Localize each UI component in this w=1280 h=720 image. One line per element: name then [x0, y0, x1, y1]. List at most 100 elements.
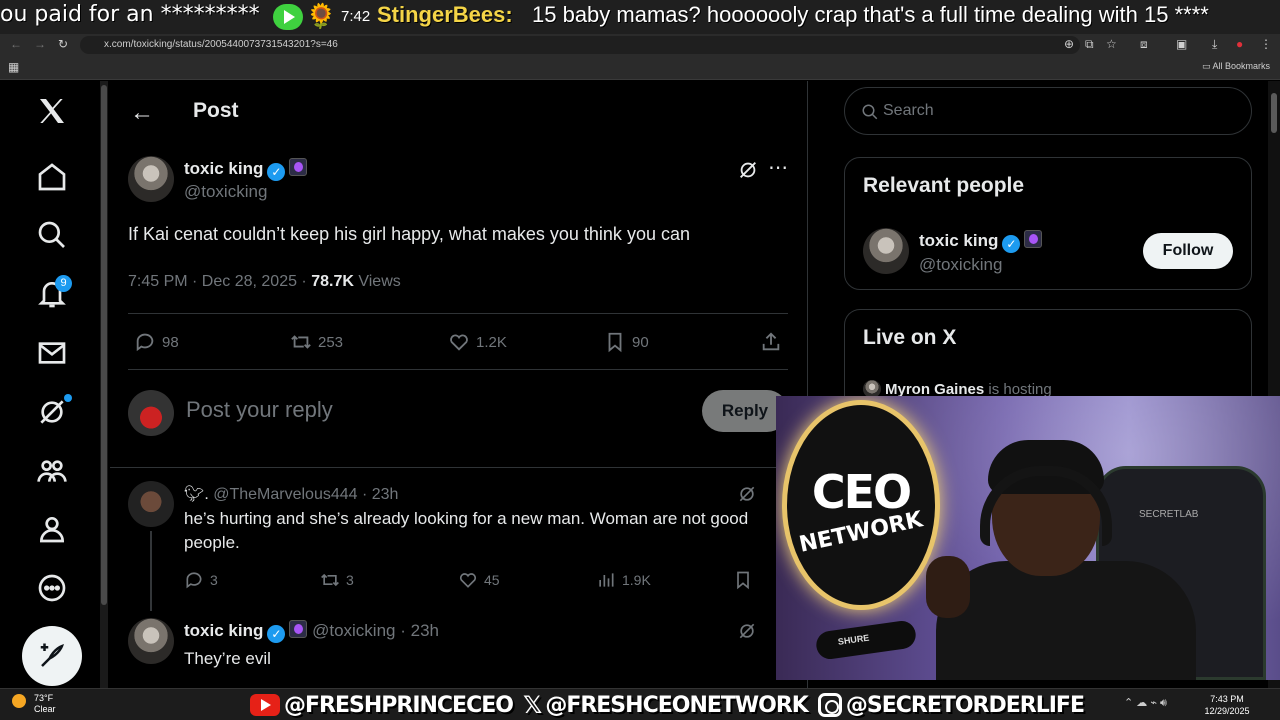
- like-count: 1.2K: [476, 333, 507, 351]
- weather-condition: Clear: [34, 704, 56, 714]
- reply-author-name[interactable]: toxic king: [184, 621, 263, 640]
- reply-like-action[interactable]: 45: [458, 570, 500, 590]
- author-name: toxic king: [184, 159, 264, 178]
- live-on-x-title: Live on X: [863, 326, 957, 349]
- verified-badge-icon: ✓: [267, 625, 286, 643]
- affiliation-badge-icon: [289, 158, 308, 176]
- home-icon[interactable]: [36, 161, 68, 193]
- back-arrow-icon[interactable]: ←: [130, 99, 154, 127]
- address-bar[interactable]: x.com/toxicking/status/20054400737315432…: [80, 36, 1080, 54]
- heart-icon: [450, 334, 468, 351]
- reload-icon[interactable]: ↻: [58, 37, 68, 51]
- stream-chat-time: 7:42: [341, 8, 371, 25]
- menu-icon[interactable]: ⋮: [1260, 37, 1272, 51]
- bookmark-count: 90: [632, 333, 649, 351]
- sunflower-icon: 🌻: [306, 3, 336, 30]
- streamer-hand: [926, 556, 970, 618]
- post-text: If Kai cenat couldn’t keep his girl happ…: [128, 224, 690, 244]
- thread-line: [150, 531, 152, 611]
- communities-icon[interactable]: [36, 455, 68, 487]
- x-logo-icon: 𝕏: [522, 691, 542, 719]
- search-input[interactable]: Search: [844, 87, 1252, 135]
- share-upload-icon: [762, 332, 780, 351]
- sidepanel-icon[interactable]: ▣: [1176, 37, 1187, 51]
- post-more-icon[interactable]: ⋯: [768, 155, 788, 180]
- reply-reply-action[interactable]: 3: [184, 570, 218, 590]
- reply-action[interactable]: 98: [134, 331, 179, 353]
- x-logo-icon[interactable]: [36, 95, 68, 127]
- current-user-avatar[interactable]: [128, 390, 174, 436]
- grok-explain-icon[interactable]: [737, 159, 759, 181]
- bookmark-action[interactable]: 90: [604, 331, 649, 353]
- back-nav-icon[interactable]: ←: [10, 37, 22, 51]
- author-avatar[interactable]: [128, 156, 174, 202]
- star-icon[interactable]: ☆: [1106, 37, 1117, 51]
- system-clock[interactable]: 7:43 PM 12/29/2025: [1196, 693, 1258, 717]
- bookmarks-bar: ▦ ▭ All Bookmarks: [0, 56, 1280, 80]
- post-timestamp[interactable]: 7:45 PM · Dec 28, 2025 ·: [128, 273, 311, 290]
- repost-count: 253: [318, 333, 344, 351]
- affiliation-badge-icon: [289, 620, 308, 638]
- follow-button[interactable]: Follow: [1143, 233, 1233, 269]
- grok-explain-icon[interactable]: [737, 621, 757, 641]
- reply-repost-action[interactable]: 3: [320, 570, 354, 590]
- grok-icon[interactable]: [36, 396, 68, 428]
- relevant-person-name-row[interactable]: toxic king ✓: [919, 230, 1043, 253]
- ceo-network-neon-logo: CEO NETWORK: [782, 400, 940, 610]
- relevant-person-avatar[interactable]: [863, 228, 909, 274]
- extensions-icon[interactable]: ⧈: [1140, 37, 1148, 52]
- like-action[interactable]: 1.2K: [448, 331, 507, 353]
- zoom-icon[interactable]: ⊕: [1064, 37, 1074, 51]
- views-count: 78.7K: [311, 273, 354, 290]
- all-bookmarks-link[interactable]: ▭ All Bookmarks: [1202, 61, 1270, 72]
- share-action[interactable]: [760, 331, 782, 353]
- reply-count: 98: [162, 333, 179, 351]
- repost-action[interactable]: 253: [290, 331, 343, 353]
- bookmark-icon: [608, 332, 622, 353]
- bookmark-icon[interactable]: [733, 570, 753, 590]
- views-label: Views: [353, 273, 401, 290]
- explore-search-icon[interactable]: [36, 219, 68, 251]
- forward-nav-icon[interactable]: →: [34, 37, 46, 51]
- play-icon: [273, 4, 303, 30]
- chair-brand: SECRETLAB: [1139, 509, 1199, 520]
- left-nav: 9: [0, 81, 100, 688]
- apps-grid-icon[interactable]: ▦: [8, 60, 19, 74]
- reply-views-action[interactable]: 1.9K: [596, 570, 651, 590]
- profile-person-icon[interactable]: [36, 513, 68, 545]
- install-icon[interactable]: ⧉: [1085, 37, 1094, 52]
- relevant-person-handle[interactable]: @toxicking: [919, 255, 1002, 275]
- left-scrollbar[interactable]: [100, 81, 108, 688]
- reply-handle[interactable]: @TheMarvelous444: [213, 486, 357, 503]
- stream-ticker-text: ou paid for an *********: [0, 2, 260, 27]
- youtube-icon: [250, 694, 280, 716]
- youtube-handle: @FRESHPRINCECEO: [250, 693, 514, 718]
- profile-icon[interactable]: ●: [1236, 37, 1243, 51]
- reply-header: toxic king ✓ @toxicking · 23h: [184, 620, 439, 643]
- divider: [128, 369, 788, 370]
- messages-envelope-icon[interactable]: [36, 337, 68, 369]
- clock-date: 12/29/2025: [1204, 706, 1250, 716]
- reply-handle[interactable]: @toxicking: [312, 621, 395, 640]
- author-name-row[interactable]: toxic king ✓: [184, 158, 308, 181]
- relevant-people-title: Relevant people: [863, 174, 1025, 197]
- post-meta: 7:45 PM · Dec 28, 2025 · 78.7K Views: [128, 273, 401, 291]
- reply-repost-count: 3: [346, 572, 354, 588]
- streamer-webcam-overlay: CEO NETWORK SECRETLAB SHURE: [776, 396, 1280, 680]
- affiliation-badge-icon: [1024, 230, 1043, 248]
- reply-avatar[interactable]: [128, 618, 174, 664]
- reply-bubble-icon: [186, 572, 202, 589]
- streamer-body: [936, 561, 1196, 680]
- reply-bubble-icon: [136, 333, 154, 352]
- browser-toolbar: ← → ↻ x.com/toxicking/status/20054400737…: [0, 34, 1280, 56]
- grok-explain-icon[interactable]: [737, 484, 757, 504]
- compose-post-button[interactable]: [22, 626, 82, 686]
- reply-input[interactable]: Post your reply: [186, 397, 333, 423]
- download-icon[interactable]: ⤓: [1212, 37, 1217, 52]
- more-options-icon[interactable]: [36, 572, 68, 604]
- verified-badge-icon: ✓: [267, 163, 286, 181]
- instagram-handle: @SECRETORDERLIFE: [817, 693, 1085, 718]
- reply-avatar[interactable]: [128, 481, 174, 527]
- author-handle[interactable]: @toxicking: [184, 182, 267, 202]
- system-tray[interactable]: ⌃ ☁ ⌁ 🔊︎: [1124, 696, 1167, 710]
